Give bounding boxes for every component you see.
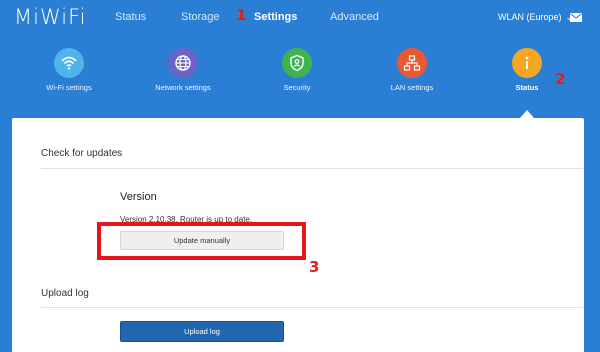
- version-title: Version: [120, 191, 157, 203]
- check-updates-title: Check for updates: [41, 148, 123, 159]
- wlan-region-label: WLAN (Europe): [498, 12, 562, 22]
- annotation-marker-1: 1: [236, 6, 247, 24]
- nav-status[interactable]: Status: [115, 11, 146, 23]
- network-settings-item[interactable]: Network settings: [133, 48, 233, 92]
- lan-settings-item[interactable]: LAN settings: [362, 48, 462, 92]
- settings-icons-row: Wi-Fi settings Network settings Security: [0, 48, 600, 108]
- network-icon: [397, 48, 427, 78]
- globe-icon: [168, 48, 198, 78]
- annotation-highlight-box: [97, 222, 306, 260]
- security-item[interactable]: Security: [247, 48, 347, 92]
- upload-log-button[interactable]: Upload log: [120, 321, 284, 342]
- upload-log-title: Upload log: [41, 288, 89, 299]
- info-icon: [512, 48, 542, 78]
- wifi-settings-item[interactable]: Wi-Fi settings: [19, 48, 119, 92]
- divider: [41, 168, 583, 169]
- network-settings-label: Network settings: [155, 83, 211, 92]
- annotation-marker-3: 3: [309, 258, 320, 276]
- wifi-settings-label: Wi-Fi settings: [46, 83, 92, 92]
- miwifi-logo: MiWiFi: [14, 5, 87, 29]
- shield-icon: [282, 48, 312, 78]
- mail-icon[interactable]: [570, 13, 582, 22]
- nav-settings[interactable]: Settings: [254, 11, 297, 23]
- nav-advanced[interactable]: Advanced: [330, 11, 379, 23]
- wlan-region-dropdown[interactable]: WLAN (Europe) ⌄: [498, 12, 573, 23]
- top-bar: MiWiFi Status Storage Settings Advanced …: [0, 0, 600, 34]
- lan-settings-label: LAN settings: [390, 83, 434, 92]
- active-tab-pointer: [520, 110, 534, 118]
- security-label: Security: [283, 83, 311, 92]
- annotation-marker-2: 2: [555, 70, 566, 88]
- nav-storage[interactable]: Storage: [181, 11, 220, 23]
- status-panel: Check for updates Version Version 2.10.3…: [12, 118, 584, 352]
- wifi-icon: [54, 48, 84, 78]
- divider: [41, 307, 583, 308]
